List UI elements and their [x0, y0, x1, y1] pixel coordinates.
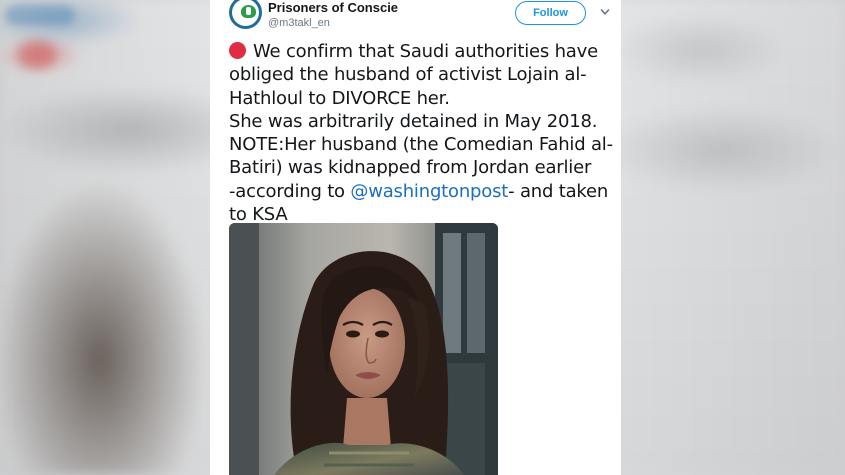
- background-shade-right: [620, 0, 845, 475]
- tweet-line: Hathloul to DIVORCE her.: [229, 87, 450, 109]
- mention-link[interactable]: @washingtonpost: [350, 181, 508, 202]
- account-name[interactable]: Prisoners of Conscie: [268, 0, 398, 15]
- avatar[interactable]: [229, 0, 262, 29]
- organization-logo-icon: [232, 0, 259, 26]
- portrait-image: [229, 223, 498, 475]
- chevron-down-icon[interactable]: [600, 7, 610, 17]
- tweet-text: We confirm that Saudi authorities have o…: [229, 40, 614, 226]
- account-handle[interactable]: @m3takl_en: [268, 17, 330, 29]
- tweet-line: We confirm that Saudi authorities have: [229, 40, 614, 63]
- tweet-header: Prisoners of Conscie @m3takl_en Follow: [210, 0, 621, 34]
- tweet-line: NOTE:Her husband (the Comedian Fahid al-: [229, 134, 613, 156]
- tweet-line: obliged the husband of activist Lojain a…: [229, 64, 587, 86]
- red-circle-icon: [229, 42, 246, 59]
- background-shade-left: [0, 0, 210, 475]
- tweet-card: Prisoners of Conscie @m3takl_en Follow W…: [210, 0, 621, 475]
- tweet-line: Batiri) was kidnapped from Jordan earlie…: [229, 157, 592, 179]
- tweet-line: -according to @washingtonpost- and taken: [229, 180, 609, 202]
- follow-button[interactable]: Follow: [515, 1, 586, 25]
- tweet-line: She was arbitrarily detained in May 2018…: [229, 110, 598, 132]
- tweet-photo[interactable]: [229, 223, 498, 475]
